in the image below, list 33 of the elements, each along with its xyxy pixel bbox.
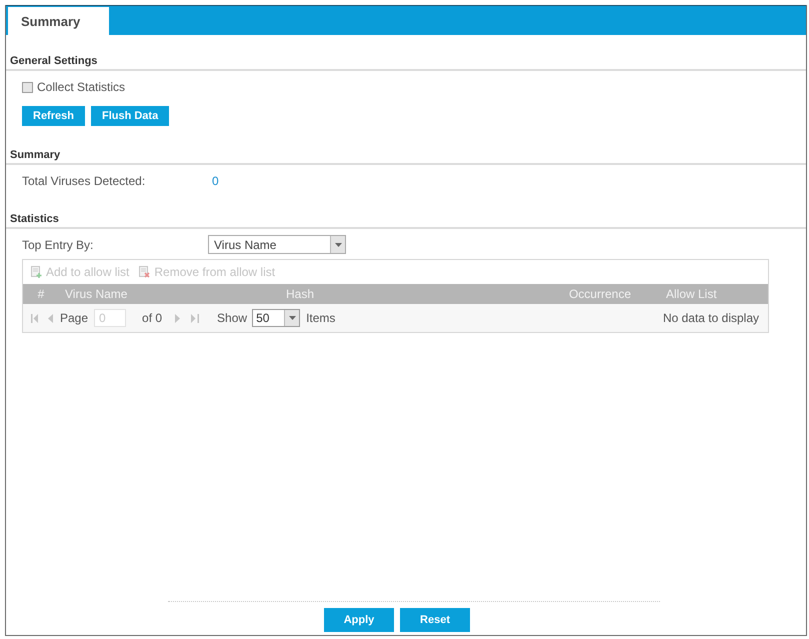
caret-icon <box>334 242 342 246</box>
column-header[interactable]: Allow List <box>645 285 768 303</box>
first-page-icon[interactable] <box>31 314 39 322</box>
empty-status: No data to display <box>662 310 759 327</box>
checkbox[interactable] <box>22 82 33 92</box>
field-label: Total Viruses Detected: <box>22 173 146 190</box>
show-label: Show <box>217 310 248 327</box>
reset-button[interactable]: Reset <box>400 608 470 632</box>
apply-button[interactable]: Apply <box>324 608 394 632</box>
refresh-button[interactable]: Refresh <box>22 106 85 126</box>
add-document-icon <box>31 266 42 278</box>
last-page-icon[interactable] <box>191 314 200 322</box>
next-page-icon[interactable] <box>174 314 182 322</box>
checkbox-label: Collect Statistics <box>37 79 126 96</box>
section-heading: General Settings <box>10 56 98 66</box>
field-label: Top Entry By: <box>22 236 94 254</box>
section-heading: Statistics <box>10 214 59 224</box>
caret-icon <box>288 316 296 320</box>
remove-document-icon <box>139 266 150 278</box>
section-heading: Summary <box>10 150 60 160</box>
flush-data-button[interactable]: Flush Data <box>90 106 170 126</box>
column-header[interactable]: Occurrence <box>341 285 645 303</box>
page-label: Page <box>60 310 88 327</box>
column-header[interactable]: Hash <box>259 285 341 303</box>
tab[interactable]: Summary <box>8 7 109 36</box>
previous-page-icon[interactable] <box>46 314 54 322</box>
column-header[interactable]: # <box>23 285 59 303</box>
column-header[interactable]: Virus Name <box>59 285 259 303</box>
items-label: Items <box>306 310 336 327</box>
page-size-select[interactable]: 50 <box>252 309 300 327</box>
top-entry-select[interactable]: Virus Name <box>208 235 346 254</box>
page-count: of 0 <box>142 310 162 327</box>
field-value: 0 <box>212 173 219 190</box>
